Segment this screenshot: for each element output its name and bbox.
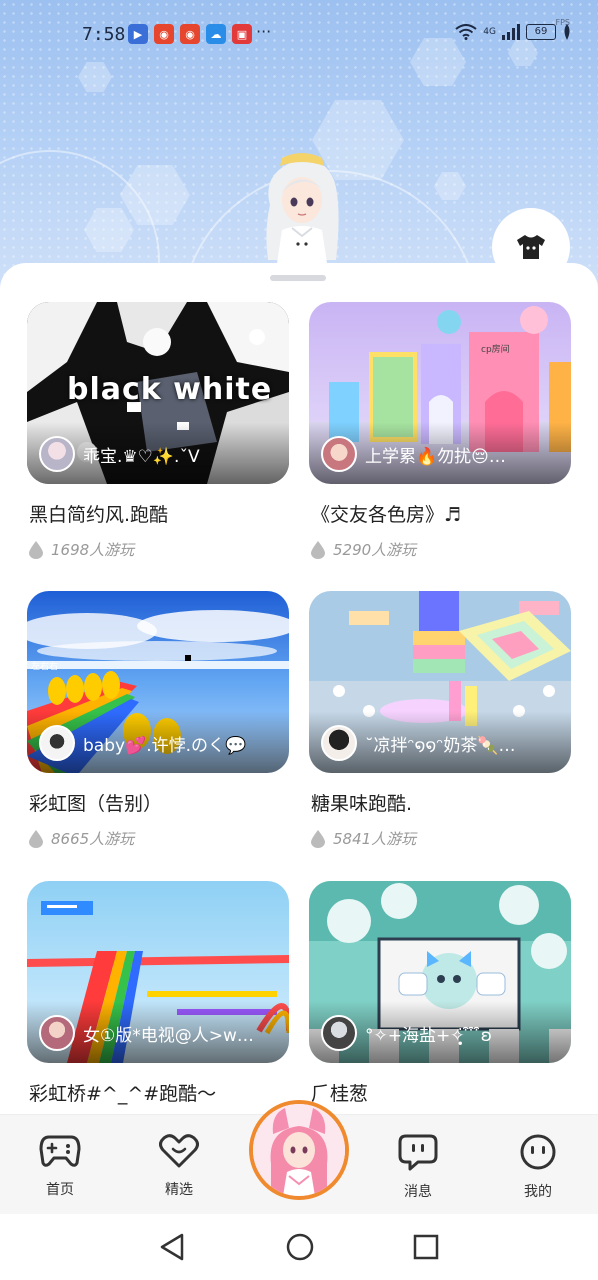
- nav-messages[interactable]: 消息: [383, 1133, 453, 1201]
- game-thumbnail[interactable]: °✧+海盐+✧̣̥̇ ͒ ͒ ͒ʚ: [309, 881, 571, 1063]
- play-count-text: 1698人游玩: [51, 541, 135, 559]
- sheet-drag-handle[interactable]: [270, 275, 326, 281]
- drop-icon: [311, 829, 325, 848]
- game-thumbnail[interactable]: black white 乖宝.♛♡✨.ˇV: [27, 302, 289, 484]
- game-title[interactable]: 彩虹桥#^_^#跑酷～: [27, 1079, 289, 1106]
- recents-icon[interactable]: [412, 1232, 440, 1262]
- author-name: ˘凉拌ᵔ໑໑ᵔ奶茶🍡…: [365, 735, 516, 756]
- game-card[interactable]: 左右右 baby💕.许悖.のく💬 彩虹图（告别） 8665人游玩: [27, 591, 289, 849]
- author-row[interactable]: °✧+海盐+✧̣̥̇ ͒ ͒ ͒ʚ: [321, 1015, 561, 1051]
- content-sheet: black white 乖宝.♛♡✨.ˇV 黑白简约风.跑酷 1698人游玩 c…: [0, 263, 598, 1123]
- game-title[interactable]: 黑白简约风.跑酷: [27, 500, 289, 527]
- author-row[interactable]: 上学累🔥勿扰😔…: [321, 436, 561, 472]
- notification-icons: ▶ ◉ ◉ ☁ ▣: [128, 24, 252, 44]
- back-icon[interactable]: [158, 1232, 186, 1262]
- author-row[interactable]: 女①版*电视@人>w…: [39, 1015, 279, 1051]
- game-card[interactable]: ˘凉拌ᵔ໑໑ᵔ奶茶🍡… 糖果味跑酷. 5841人游玩: [309, 591, 571, 849]
- play-count: 1698人游玩: [27, 539, 289, 560]
- pink-character-avatar: [253, 1104, 345, 1196]
- network-type: 4G: [483, 27, 496, 37]
- heart-icon: [159, 1134, 199, 1168]
- author-row[interactable]: baby💕.许悖.のく💬: [39, 725, 279, 761]
- gamepad-icon: [39, 1135, 81, 1167]
- author-name: °✧+海盐+✧̣̥̇ ͒ ͒ ͒ʚ: [365, 1025, 492, 1046]
- status-bar: 7:58 ▶ ◉ ◉ ☁ ▣ ··· FPS 4G 69: [0, 18, 598, 52]
- game-card[interactable]: black white 乖宝.♛♡✨.ˇV 黑白简约风.跑酷 1698人游玩: [27, 302, 289, 560]
- drop-icon: [311, 540, 325, 559]
- app-notification-icon: ▣: [232, 24, 252, 44]
- drop-icon: [29, 540, 43, 559]
- author-avatar[interactable]: [39, 436, 75, 472]
- author-row[interactable]: 乖宝.♛♡✨.ˇV: [39, 436, 279, 472]
- game-card[interactable]: 女①版*电视@人>w… 彩虹桥#^_^#跑酷～: [27, 881, 289, 1106]
- author-avatar[interactable]: [321, 436, 357, 472]
- author-avatar[interactable]: [39, 1015, 75, 1051]
- thumbnail-overlay-text: black white: [67, 372, 273, 407]
- author-row[interactable]: ˘凉拌ᵔ໑໑ᵔ奶茶🍡…: [321, 725, 561, 761]
- system-navigation-bar: [0, 1214, 598, 1280]
- game-thumbnail[interactable]: cp房间 上学累🔥勿扰😔…: [309, 302, 571, 484]
- weibo-icon: ◉: [154, 24, 174, 44]
- status-time: 7:58: [82, 24, 126, 45]
- game-thumbnail[interactable]: 左右右 baby💕.许悖.のく💬: [27, 591, 289, 773]
- status-right: 4G 69: [455, 24, 572, 40]
- thumbnail-overlay-text: 左右右: [31, 662, 59, 672]
- wifi-icon: [455, 24, 477, 40]
- battery-icon: 69: [526, 24, 556, 40]
- game-card[interactable]: °✧+海盐+✧̣̥̇ ͒ ͒ ͒ʚ ⺁桂葱: [309, 881, 571, 1106]
- play-count: 5290人游玩: [309, 539, 571, 560]
- game-card[interactable]: cp房间 上学累🔥勿扰😔… 《交友各色房》♬ 5290人游玩: [309, 302, 571, 560]
- author-avatar[interactable]: [321, 1015, 357, 1051]
- nav-mine[interactable]: 我的: [503, 1133, 573, 1201]
- signal-icon: [502, 24, 520, 40]
- weather-icon: ☁: [206, 24, 226, 44]
- author-name: baby💕.许悖.のく💬: [83, 735, 247, 756]
- character-avatar[interactable]: [252, 150, 352, 270]
- game-title[interactable]: 彩虹图（告别）: [27, 789, 289, 816]
- game-thumbnail[interactable]: 女①版*电视@人>w…: [27, 881, 289, 1063]
- message-icon: [398, 1134, 438, 1171]
- game-title[interactable]: ⺁桂葱: [309, 1079, 571, 1106]
- author-name: 上学累🔥勿扰😔…: [365, 446, 506, 467]
- play-count: 5841人游玩: [309, 828, 571, 849]
- nav-mine-label: 我的: [524, 1184, 552, 1200]
- nav-home-label: 首页: [46, 1182, 74, 1198]
- author-avatar[interactable]: [39, 725, 75, 761]
- profile-face-icon: [520, 1134, 556, 1170]
- hero-background: 7:58 ▶ ◉ ◉ ☁ ▣ ··· FPS 4G 69: [0, 0, 598, 290]
- weibo-icon: ◉: [180, 24, 200, 44]
- video-icon: ▶: [128, 24, 148, 44]
- more-notifications-icon: ···: [256, 22, 272, 41]
- play-count-text: 5290人游玩: [333, 541, 417, 559]
- nav-featured-label: 精选: [165, 1182, 193, 1198]
- author-avatar[interactable]: [321, 725, 357, 761]
- author-name: 乖宝.♛♡✨.ˇV: [83, 446, 200, 467]
- nav-home[interactable]: 首页: [25, 1133, 95, 1199]
- game-title[interactable]: 糖果味跑酷.: [309, 789, 571, 816]
- thumbnail-overlay-text: cp房间: [481, 345, 510, 355]
- nav-featured[interactable]: 精选: [144, 1133, 214, 1199]
- author-name: 女①版*电视@人>w…: [83, 1025, 254, 1046]
- leaf-icon: [564, 24, 570, 40]
- nav-messages-label: 消息: [404, 1184, 432, 1200]
- shirt-icon: [517, 235, 545, 259]
- center-avatar-button[interactable]: [249, 1100, 349, 1200]
- play-count: 8665人游玩: [27, 828, 289, 849]
- drop-icon: [29, 829, 43, 848]
- play-count-text: 5841人游玩: [333, 830, 417, 848]
- game-thumbnail[interactable]: ˘凉拌ᵔ໑໑ᵔ奶茶🍡…: [309, 591, 571, 773]
- home-icon[interactable]: [285, 1232, 315, 1262]
- play-count-text: 8665人游玩: [51, 830, 135, 848]
- game-title[interactable]: 《交友各色房》♬: [309, 500, 571, 527]
